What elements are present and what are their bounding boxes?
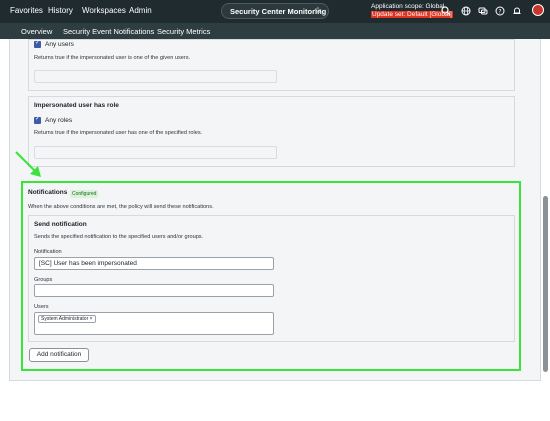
notification-field[interactable]: [SC] User has been impersonated — [34, 257, 274, 270]
scrollbar-thumb[interactable] — [543, 196, 548, 372]
tab-security-event-notifications[interactable]: Security Event Notifications — [63, 27, 154, 36]
users-condition-input[interactable] — [34, 70, 277, 83]
svg-text:?: ? — [498, 8, 501, 15]
nav-admin[interactable]: Admin — [129, 6, 152, 15]
nav-history[interactable]: History — [48, 6, 73, 15]
help-icon[interactable]: ? — [495, 6, 505, 16]
user-chip: System Administrator × — [38, 315, 96, 323]
notification-field-label: Notification — [34, 249, 62, 255]
app-title: Security Center Monitoring — [230, 7, 327, 16]
any-users-checkbox[interactable]: ✓ — [34, 40, 41, 48]
star-icon[interactable]: ☆ — [314, 5, 322, 16]
nav-favorites[interactable]: Favorites — [10, 6, 43, 15]
search-icon[interactable] — [441, 6, 451, 16]
user-chip-label: System Administrator — [41, 316, 89, 322]
send-notification-description: Sends the specified notification to the … — [34, 234, 204, 240]
roles-condition-input[interactable] — [34, 146, 277, 159]
sub-navigation: Overview Security Event Notifications Se… — [0, 23, 550, 39]
nav-workspaces[interactable]: Workspaces — [82, 6, 126, 15]
users-field-label: Users — [34, 304, 49, 310]
any-roles-label: Any roles — [45, 117, 73, 124]
any-users-description: Returns true if the impersonated user is… — [34, 55, 191, 61]
any-roles-description: Returns true if the impersonated user ha… — [34, 130, 203, 136]
globe-icon[interactable] — [461, 6, 471, 16]
configured-badge: Configured — [70, 190, 99, 198]
tab-security-metrics[interactable]: Security Metrics — [157, 27, 210, 36]
application-scope[interactable]: Application scope: Global — [371, 3, 444, 10]
send-notification-title: Send notification — [34, 221, 87, 228]
add-notification-button[interactable]: Add notification — [29, 348, 89, 362]
notifications-title: Notifications — [28, 189, 68, 196]
app-title-pill[interactable]: Security Center Monitoring ☆ — [221, 3, 329, 19]
groups-field-label: Groups — [34, 277, 53, 283]
role-card-title: Impersonated user has role — [34, 102, 119, 109]
close-icon[interactable]: × — [90, 316, 93, 322]
impersonated-user-card — [28, 39, 515, 91]
annotation-arrow-icon — [15, 151, 41, 177]
any-users-label: Any users — [45, 41, 74, 48]
notifications-description: When the above conditions are met, the p… — [28, 204, 214, 210]
any-roles-checkbox[interactable]: ✓ — [34, 116, 41, 124]
bell-icon[interactable] — [512, 6, 522, 16]
groups-field[interactable] — [34, 284, 274, 297]
top-navigation-bar: Favorites History Workspaces Admin Secur… — [0, 0, 550, 23]
chat-icon[interactable] — [478, 6, 488, 16]
notification-field-value: [SC] User has been impersonated — [39, 260, 137, 267]
tab-overview[interactable]: Overview — [21, 27, 52, 36]
avatar[interactable] — [532, 4, 544, 16]
